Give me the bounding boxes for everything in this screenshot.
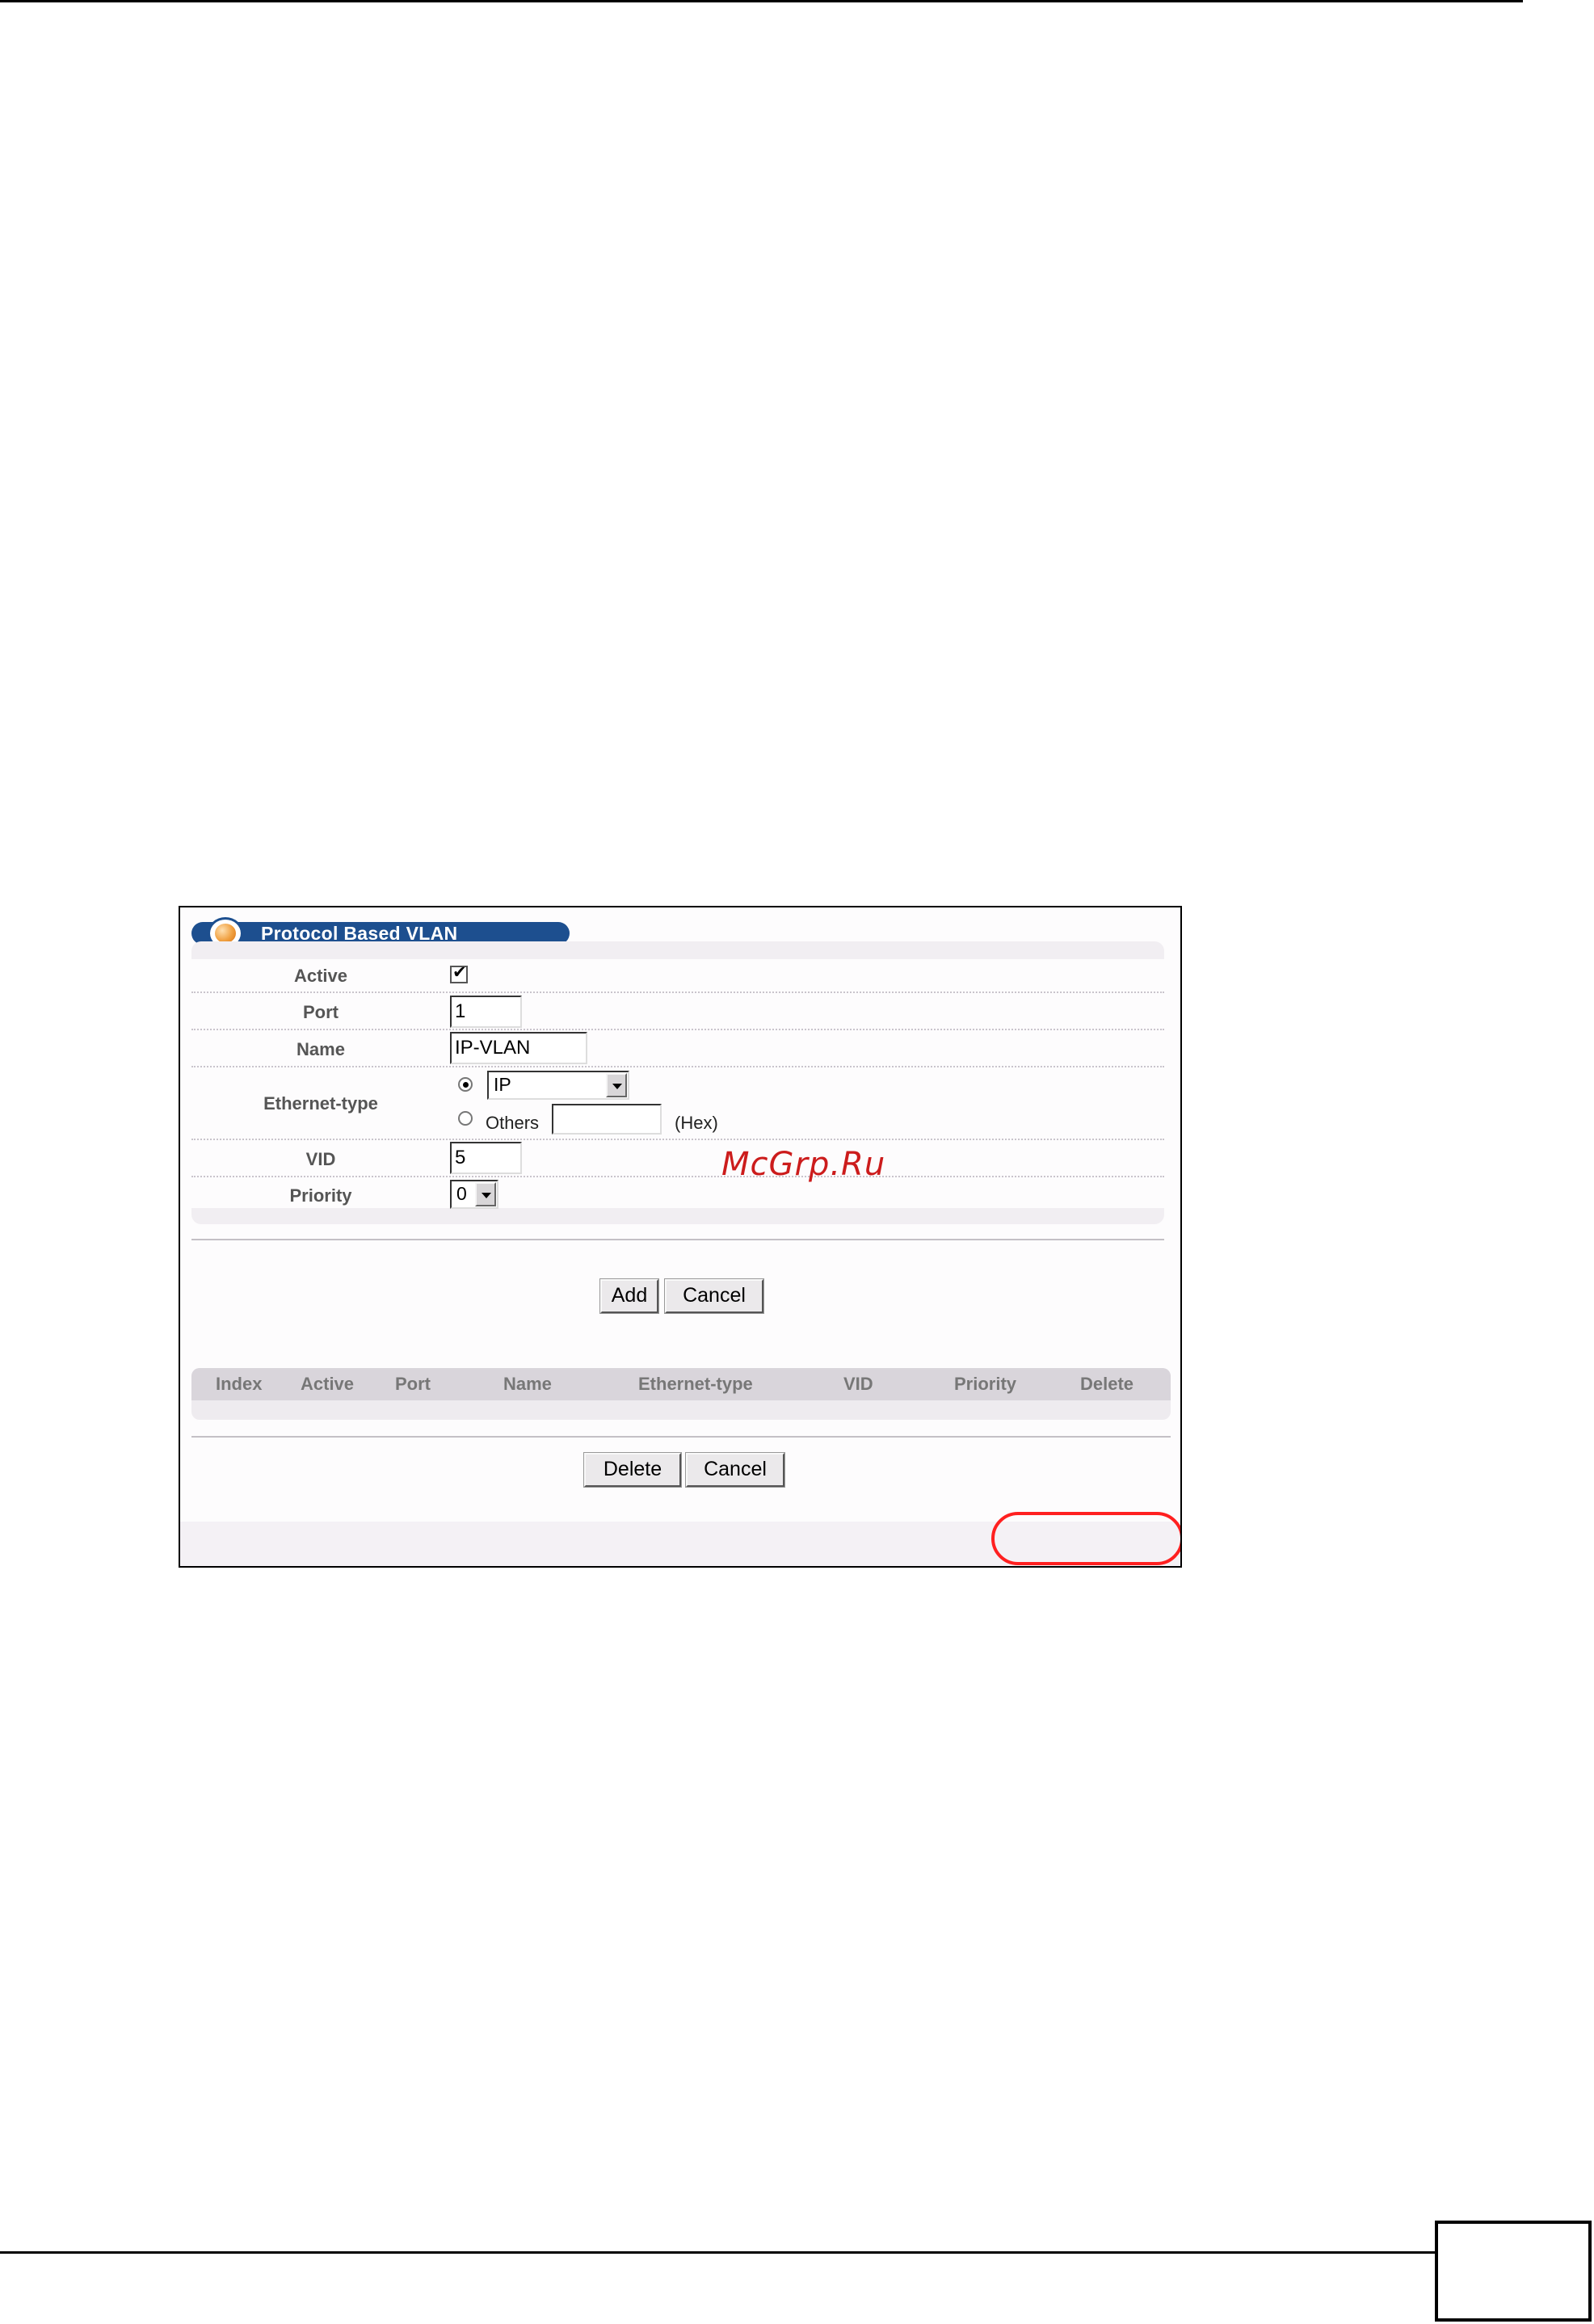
row-vid: VID 5 (191, 1140, 1164, 1177)
active-checkbox[interactable] (450, 964, 468, 983)
cancel-button[interactable]: Cancel (664, 1278, 764, 1314)
name-label: Name (297, 1039, 345, 1059)
port-input[interactable]: 1 (450, 996, 522, 1028)
form-rows: Active Port 1 Name IP-VLAN Ethernet-type… (191, 959, 1164, 1209)
ethernet-type-label: Ethernet-type (263, 1093, 378, 1114)
divider (191, 1436, 1171, 1438)
priority-select[interactable]: 0 (450, 1180, 498, 1209)
add-button[interactable]: Add (599, 1278, 659, 1314)
bottom-rule (0, 2251, 1438, 2254)
delete-button[interactable]: Delete (583, 1452, 682, 1488)
row-ethernet-type: Ethernet-type IP Others (Hex) (191, 1067, 1164, 1140)
column-header-index: Index (216, 1374, 263, 1394)
cancel-table-button[interactable]: Cancel (685, 1452, 785, 1488)
port-label: Port (303, 1002, 339, 1022)
column-header-vid: VID (843, 1374, 873, 1394)
table-header: Index Active Port Name Ethernet-type VID… (191, 1368, 1171, 1400)
others-label: Others (486, 1113, 540, 1133)
others-radio[interactable] (458, 1111, 473, 1126)
vid-input[interactable]: 5 (450, 1142, 522, 1174)
column-header-priority: Priority (954, 1374, 1017, 1394)
protocol-based-vlan-screen: Protocol Based VLAN Active Port 1 Name I… (179, 906, 1182, 1568)
column-header-active: Active (301, 1374, 355, 1394)
top-rule (0, 0, 1523, 2)
priority-label: Priority (289, 1185, 352, 1206)
column-header-ethernet-type: Ethernet-type (638, 1374, 753, 1394)
priority-select-value: 0 (456, 1183, 467, 1204)
row-port: Port 1 (191, 993, 1164, 1030)
name-input[interactable]: IP-VLAN (450, 1032, 587, 1064)
watermark: McGrp.Ru (721, 1146, 886, 1183)
chevron-down-icon (606, 1073, 627, 1097)
hex-label: (Hex) (675, 1113, 718, 1133)
chevron-down-icon (475, 1182, 496, 1206)
active-label: Active (293, 966, 348, 986)
column-header-delete: Delete (1080, 1374, 1134, 1394)
ethernet-type-select[interactable]: IP (487, 1071, 629, 1100)
row-priority: Priority 0 (191, 1177, 1164, 1213)
vlan-table: Index Active Port Name Ethernet-type VID… (191, 1368, 1171, 1420)
page-number-box (1435, 2221, 1592, 2322)
vid-label: VID (305, 1149, 336, 1169)
highlight-ellipse (991, 1512, 1180, 1565)
others-hex-input[interactable] (552, 1104, 662, 1135)
ip-radio[interactable] (458, 1077, 473, 1092)
divider (191, 1239, 1164, 1240)
column-header-port: Port (395, 1374, 431, 1394)
row-active: Active (191, 959, 1164, 993)
vlan-form: Active Port 1 Name IP-VLAN Ethernet-type… (191, 941, 1164, 1224)
column-header-name: Name (503, 1374, 552, 1394)
ethernet-type-select-value: IP (494, 1074, 511, 1095)
row-name: Name IP-VLAN (191, 1030, 1164, 1067)
